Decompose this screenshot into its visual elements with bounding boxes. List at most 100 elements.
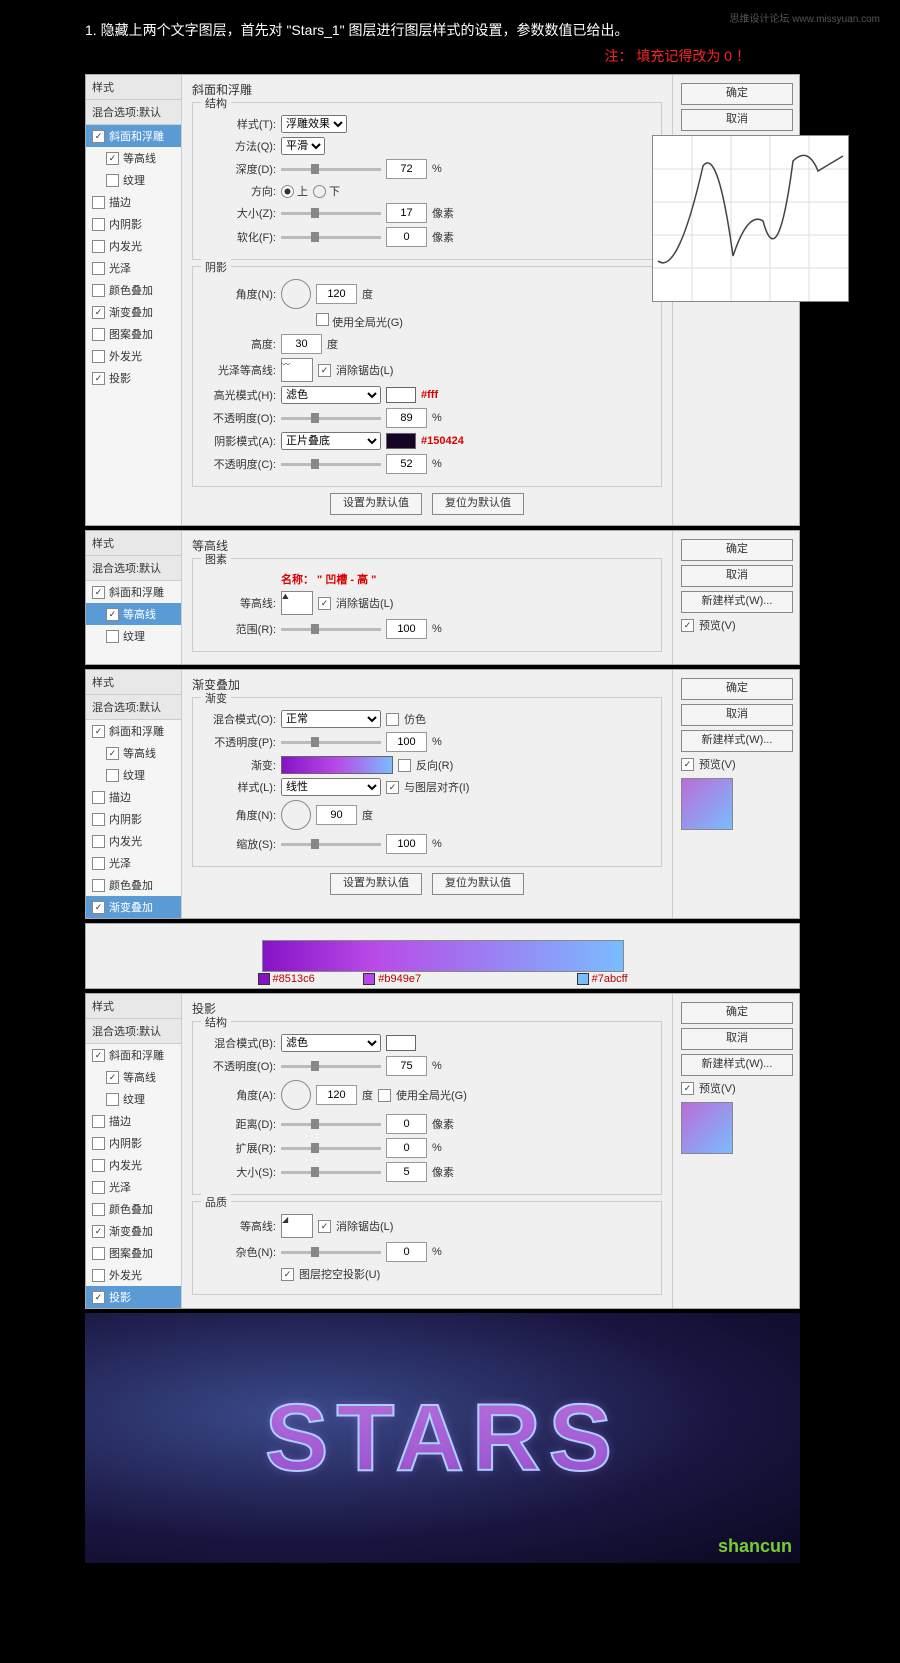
altitude-input[interactable] (281, 334, 322, 354)
style-grad-overlay[interactable]: 渐变叠加 (86, 896, 181, 918)
blend-options[interactable]: 混合选项:默认 (86, 1019, 181, 1044)
range-slider[interactable] (281, 628, 381, 631)
radio-up[interactable] (281, 185, 294, 198)
checkbox-icon[interactable] (92, 218, 105, 231)
style-stroke[interactable]: 描边 (86, 786, 181, 808)
style-contour[interactable]: 等高线 (86, 742, 181, 764)
style-satin[interactable]: 光泽 (86, 257, 181, 279)
preview-check[interactable] (681, 619, 694, 632)
blend-options[interactable]: 混合选项:默认 (86, 100, 181, 125)
distance-slider[interactable] (281, 1123, 381, 1126)
contour-picker[interactable]: ◢ (281, 1214, 313, 1238)
checkbox-icon[interactable] (92, 1225, 105, 1238)
style-inner-shadow[interactable]: 内阴影 (86, 213, 181, 235)
checkbox-icon[interactable] (92, 1159, 105, 1172)
checkbox-icon[interactable] (92, 328, 105, 341)
grad-style-select[interactable]: 线性 (281, 778, 381, 796)
gradient-picker[interactable] (281, 756, 393, 774)
anti-alias-check[interactable] (318, 364, 331, 377)
style-color-overlay[interactable]: 颜色叠加 (86, 874, 181, 896)
style-select[interactable]: 浮雕效果 (281, 115, 347, 133)
contour-picker[interactable]: ⛰ (281, 591, 313, 615)
new-style-button[interactable]: 新建样式(W)... (681, 591, 793, 613)
checkbox-icon[interactable] (106, 747, 119, 760)
preview-check[interactable] (681, 758, 694, 771)
blend-options[interactable]: 混合选项:默认 (86, 556, 181, 581)
scale-input[interactable] (386, 834, 427, 854)
set-default-button[interactable]: 设置为默认值 (330, 873, 422, 895)
checkbox-icon[interactable] (92, 1247, 105, 1260)
style-outer-glow[interactable]: 外发光 (86, 345, 181, 367)
range-input[interactable] (386, 619, 427, 639)
checkbox-icon[interactable] (106, 630, 119, 643)
style-color-overlay[interactable]: 颜色叠加 (86, 279, 181, 301)
style-texture[interactable]: 纹理 (86, 764, 181, 786)
style-texture[interactable]: 纹理 (86, 1088, 181, 1110)
checkbox-icon[interactable] (92, 1115, 105, 1128)
gradient-bar[interactable]: #8513c6 #b949e7 #7abcff (262, 940, 624, 972)
ok-button[interactable]: 确定 (681, 539, 793, 561)
style-inner-glow[interactable]: 内发光 (86, 235, 181, 257)
checkbox-icon[interactable] (106, 1093, 119, 1106)
highlight-color-swatch[interactable] (386, 387, 416, 403)
ok-button[interactable]: 确定 (681, 83, 793, 105)
blend-options[interactable]: 混合选项:默认 (86, 695, 181, 720)
distance-input[interactable] (386, 1114, 427, 1134)
angle-input[interactable] (316, 805, 357, 825)
shadow-color-swatch[interactable] (386, 433, 416, 449)
grad-stop-3[interactable]: #7abcff (577, 973, 628, 985)
spread-input[interactable] (386, 1138, 427, 1158)
checkbox-icon[interactable] (106, 1071, 119, 1084)
style-inner-shadow[interactable]: 内阴影 (86, 808, 181, 830)
anti-alias-check[interactable] (318, 597, 331, 610)
cancel-button[interactable]: 取消 (681, 109, 793, 131)
blend-select[interactable]: 正常 (281, 710, 381, 728)
preview-check[interactable] (681, 1082, 694, 1095)
method-select[interactable]: 平滑 (281, 137, 325, 155)
angle-dial[interactable] (281, 279, 311, 309)
noise-input[interactable] (386, 1242, 427, 1262)
style-contour[interactable]: 等高线 (86, 603, 181, 625)
reverse-check[interactable] (398, 759, 411, 772)
checkbox-icon[interactable] (92, 306, 105, 319)
depth-input[interactable] (386, 159, 427, 179)
checkbox-icon[interactable] (106, 608, 119, 621)
checkbox-icon[interactable] (92, 1269, 105, 1282)
style-pattern-overlay[interactable]: 图案叠加 (86, 323, 181, 345)
style-contour[interactable]: 等高线 (86, 147, 181, 169)
checkbox-icon[interactable] (92, 791, 105, 804)
checkbox-icon[interactable] (106, 174, 119, 187)
shadow-mode-select[interactable]: 正片叠底 (281, 432, 381, 450)
anti-alias-check[interactable] (318, 1220, 331, 1233)
soften-slider[interactable] (281, 236, 381, 239)
checkbox-icon[interactable] (92, 1181, 105, 1194)
align-check[interactable] (386, 781, 399, 794)
style-inner-glow[interactable]: 内发光 (86, 1154, 181, 1176)
ok-button[interactable]: 确定 (681, 678, 793, 700)
sh-opacity-input[interactable] (386, 454, 427, 474)
highlight-mode-select[interactable]: 滤色 (281, 386, 381, 404)
angle-dial[interactable] (281, 1080, 311, 1110)
style-texture[interactable]: 纹理 (86, 169, 181, 191)
style-inner-shadow[interactable]: 内阴影 (86, 1132, 181, 1154)
scale-slider[interactable] (281, 843, 381, 846)
style-drop-shadow[interactable]: 投影 (86, 367, 181, 389)
blend-select[interactable]: 滤色 (281, 1034, 381, 1052)
hi-opacity-slider[interactable] (281, 417, 381, 420)
new-style-button[interactable]: 新建样式(W)... (681, 1054, 793, 1076)
checkbox-icon[interactable] (106, 152, 119, 165)
style-bevel[interactable]: 斜面和浮雕 (86, 720, 181, 742)
sh-opacity-slider[interactable] (281, 463, 381, 466)
angle-input[interactable] (316, 284, 357, 304)
noise-slider[interactable] (281, 1251, 381, 1254)
checkbox-icon[interactable] (92, 879, 105, 892)
depth-slider[interactable] (281, 168, 381, 171)
style-satin[interactable]: 光泽 (86, 1176, 181, 1198)
checkbox-icon[interactable] (92, 350, 105, 363)
set-default-button[interactable]: 设置为默认值 (330, 493, 422, 515)
restore-default-button[interactable]: 复位为默认值 (432, 873, 524, 895)
hi-opacity-input[interactable] (386, 408, 427, 428)
checkbox-icon[interactable] (92, 1291, 105, 1304)
grad-stop-2[interactable]: #b949e7 (363, 973, 421, 985)
contour-curve-popup[interactable] (652, 135, 849, 302)
